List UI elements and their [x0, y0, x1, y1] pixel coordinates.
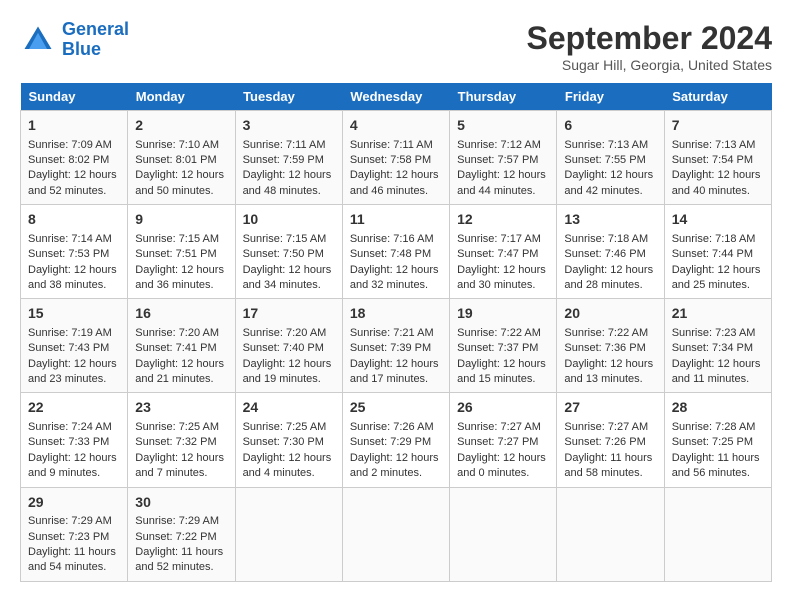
week-row-2: 8 Sunrise: 7:14 AMSunset: 7:53 PMDayligh… [21, 205, 772, 299]
cell-sep-12: 12 Sunrise: 7:17 AMSunset: 7:47 PMDaylig… [450, 205, 557, 299]
cell-sep-11: 11 Sunrise: 7:16 AMSunset: 7:48 PMDaylig… [342, 205, 449, 299]
week-row-3: 15 Sunrise: 7:19 AMSunset: 7:43 PMDaylig… [21, 299, 772, 393]
cell-sep-10: 10 Sunrise: 7:15 AMSunset: 7:50 PMDaylig… [235, 205, 342, 299]
cell-empty-3 [450, 487, 557, 581]
month-title: September 2024 [527, 20, 772, 57]
title-block: September 2024 Sugar Hill, Georgia, Unit… [527, 20, 772, 73]
cell-sep-28: 28 Sunrise: 7:28 AMSunset: 7:25 PMDaylig… [664, 393, 771, 487]
header-saturday: Saturday [664, 83, 771, 111]
page-header: General Blue September 2024 Sugar Hill, … [20, 20, 772, 73]
days-header-row: Sunday Monday Tuesday Wednesday Thursday… [21, 83, 772, 111]
cell-sep-4: 4 Sunrise: 7:11 AMSunset: 7:58 PMDayligh… [342, 111, 449, 205]
calendar-table: Sunday Monday Tuesday Wednesday Thursday… [20, 83, 772, 582]
cell-empty-4 [557, 487, 664, 581]
cell-sep-1: 1 Sunrise: 7:09 AMSunset: 8:02 PMDayligh… [21, 111, 128, 205]
cell-empty-2 [342, 487, 449, 581]
cell-sep-19: 19 Sunrise: 7:22 AMSunset: 7:37 PMDaylig… [450, 299, 557, 393]
header-sunday: Sunday [21, 83, 128, 111]
cell-sep-7: 7 Sunrise: 7:13 AMSunset: 7:54 PMDayligh… [664, 111, 771, 205]
cell-sep-22: 22 Sunrise: 7:24 AMSunset: 7:33 PMDaylig… [21, 393, 128, 487]
header-friday: Friday [557, 83, 664, 111]
cell-sep-26: 26 Sunrise: 7:27 AMSunset: 7:27 PMDaylig… [450, 393, 557, 487]
cell-sep-9: 9 Sunrise: 7:15 AMSunset: 7:51 PMDayligh… [128, 205, 235, 299]
cell-sep-25: 25 Sunrise: 7:26 AMSunset: 7:29 PMDaylig… [342, 393, 449, 487]
cell-sep-13: 13 Sunrise: 7:18 AMSunset: 7:46 PMDaylig… [557, 205, 664, 299]
logo-icon [20, 22, 56, 58]
week-row-1: 1 Sunrise: 7:09 AMSunset: 8:02 PMDayligh… [21, 111, 772, 205]
week-row-5: 29 Sunrise: 7:29 AMSunset: 7:23 PMDaylig… [21, 487, 772, 581]
location-title: Sugar Hill, Georgia, United States [527, 57, 772, 73]
cell-sep-18: 18 Sunrise: 7:21 AMSunset: 7:39 PMDaylig… [342, 299, 449, 393]
logo: General Blue [20, 20, 129, 60]
cell-sep-3: 3 Sunrise: 7:11 AMSunset: 7:59 PMDayligh… [235, 111, 342, 205]
cell-sep-24: 24 Sunrise: 7:25 AMSunset: 7:30 PMDaylig… [235, 393, 342, 487]
cell-empty-1 [235, 487, 342, 581]
cell-sep-29: 29 Sunrise: 7:29 AMSunset: 7:23 PMDaylig… [21, 487, 128, 581]
header-monday: Monday [128, 83, 235, 111]
cell-sep-23: 23 Sunrise: 7:25 AMSunset: 7:32 PMDaylig… [128, 393, 235, 487]
cell-sep-2: 2 Sunrise: 7:10 AMSunset: 8:01 PMDayligh… [128, 111, 235, 205]
cell-sep-27: 27 Sunrise: 7:27 AMSunset: 7:26 PMDaylig… [557, 393, 664, 487]
cell-sep-17: 17 Sunrise: 7:20 AMSunset: 7:40 PMDaylig… [235, 299, 342, 393]
cell-sep-8: 8 Sunrise: 7:14 AMSunset: 7:53 PMDayligh… [21, 205, 128, 299]
cell-sep-5: 5 Sunrise: 7:12 AMSunset: 7:57 PMDayligh… [450, 111, 557, 205]
header-wednesday: Wednesday [342, 83, 449, 111]
header-thursday: Thursday [450, 83, 557, 111]
week-row-4: 22 Sunrise: 7:24 AMSunset: 7:33 PMDaylig… [21, 393, 772, 487]
header-tuesday: Tuesday [235, 83, 342, 111]
cell-sep-6: 6 Sunrise: 7:13 AMSunset: 7:55 PMDayligh… [557, 111, 664, 205]
cell-sep-15: 15 Sunrise: 7:19 AMSunset: 7:43 PMDaylig… [21, 299, 128, 393]
cell-sep-21: 21 Sunrise: 7:23 AMSunset: 7:34 PMDaylig… [664, 299, 771, 393]
cell-sep-16: 16 Sunrise: 7:20 AMSunset: 7:41 PMDaylig… [128, 299, 235, 393]
cell-empty-5 [664, 487, 771, 581]
cell-sep-30: 30 Sunrise: 7:29 AMSunset: 7:22 PMDaylig… [128, 487, 235, 581]
cell-sep-14: 14 Sunrise: 7:18 AMSunset: 7:44 PMDaylig… [664, 205, 771, 299]
logo-text: General Blue [62, 20, 129, 60]
cell-sep-20: 20 Sunrise: 7:22 AMSunset: 7:36 PMDaylig… [557, 299, 664, 393]
